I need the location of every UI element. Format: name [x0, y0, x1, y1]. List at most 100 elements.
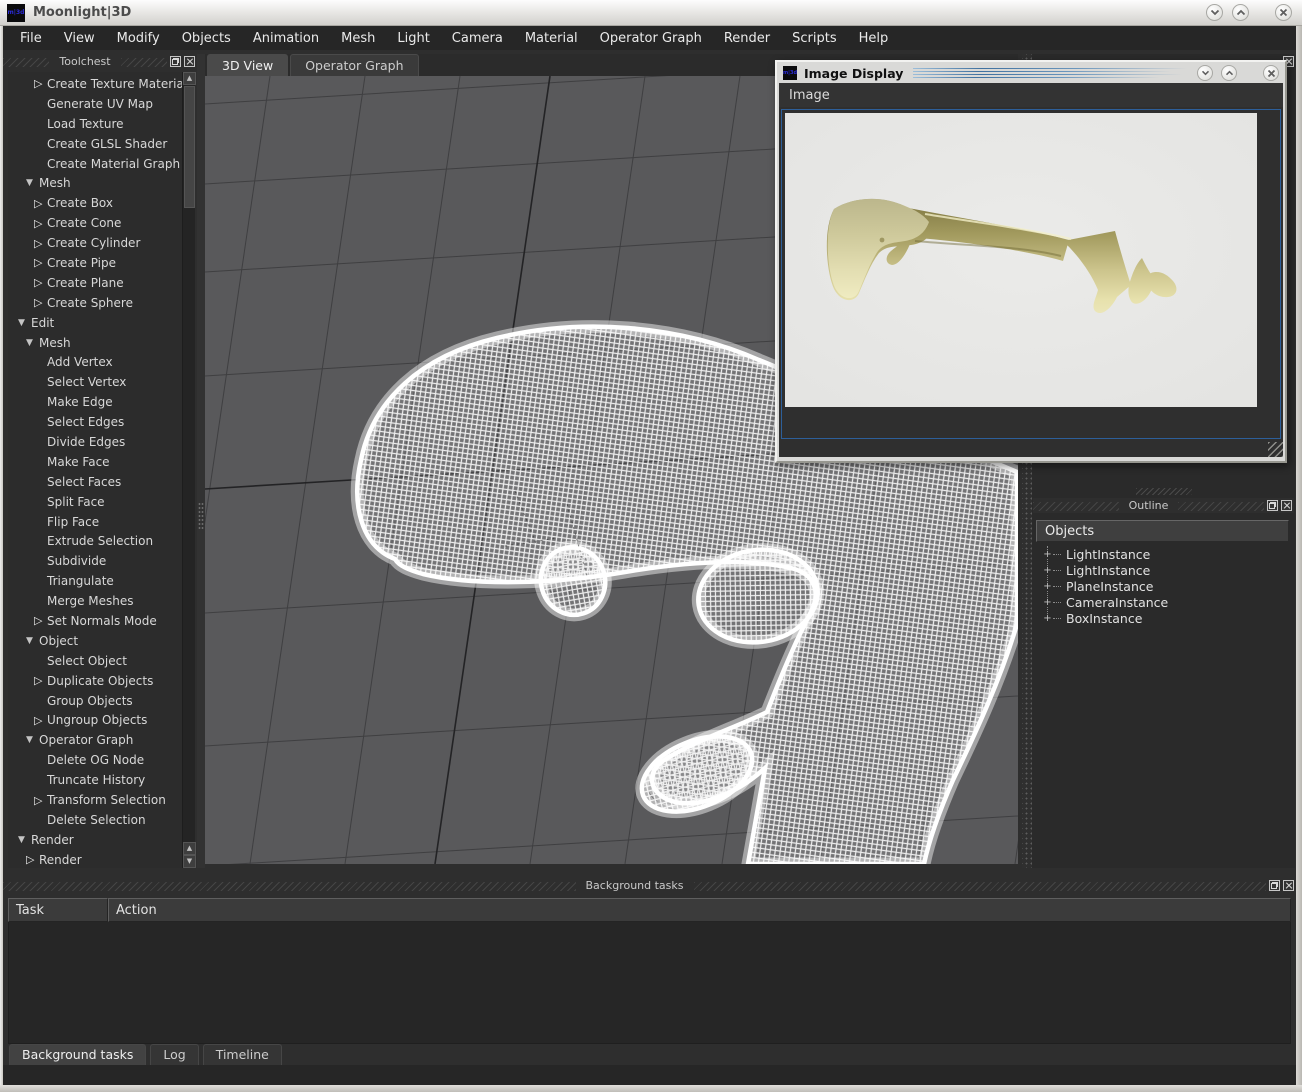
expand-plus-icon[interactable]: + — [1043, 566, 1052, 575]
image-display-titlebar[interactable]: m|3d Image Display — [779, 63, 1283, 83]
toolchest-item[interactable]: ▷Transform Selection — [8, 790, 182, 810]
expander-closed-icon[interactable]: ▷ — [34, 674, 47, 687]
expander-closed-icon[interactable]: ▷ — [34, 276, 47, 289]
outline-item[interactable]: +PlaneInstance — [1036, 578, 1289, 594]
outline-item[interactable]: +LightInstance — [1036, 546, 1289, 562]
menu-item-view[interactable]: View — [53, 26, 106, 50]
minimize-button[interactable] — [1197, 65, 1213, 81]
menu-item-operator-graph[interactable]: Operator Graph — [589, 26, 713, 50]
toolchest-item[interactable]: Select Edges — [8, 412, 182, 432]
scroll-up-icon-bottom[interactable]: ▲ — [183, 842, 196, 855]
toolchest-item[interactable]: ▷Create Plane — [8, 273, 182, 293]
toolchest-item[interactable]: ▷Create Texture Material — [8, 74, 182, 94]
toolchest-item[interactable]: Divide Edges — [8, 432, 182, 452]
menu-item-file[interactable]: File — [9, 26, 53, 50]
expander-open-icon[interactable]: ▼ — [26, 636, 39, 646]
menu-item-animation[interactable]: Animation — [242, 26, 330, 50]
expander-open-icon[interactable]: ▼ — [26, 735, 39, 745]
expand-plus-icon[interactable]: + — [1043, 582, 1052, 591]
menu-item-scripts[interactable]: Scripts — [781, 26, 847, 50]
toolchest-item[interactable]: Create GLSL Shader — [8, 134, 182, 154]
bottom-tab-timeline[interactable]: Timeline — [203, 1044, 282, 1065]
toolchest-item[interactable]: ▷Create Pipe — [8, 253, 182, 273]
expander-closed-icon[interactable]: ▷ — [34, 794, 47, 807]
float-panel-icon[interactable] — [1267, 500, 1278, 511]
expander-closed-icon[interactable]: ▷ — [26, 853, 39, 866]
bottom-splitter-handle[interactable] — [3, 868, 1296, 876]
outline-item[interactable]: +LightInstance — [1036, 562, 1289, 578]
toolchest-item[interactable]: ▷Duplicate Objects — [8, 671, 182, 691]
viewport-tab-3d-view[interactable]: 3D View — [207, 54, 288, 76]
toolchest-item[interactable]: Subdivide — [8, 551, 182, 571]
expander-closed-icon[interactable]: ▷ — [34, 217, 47, 230]
left-splitter-handle[interactable] — [197, 54, 205, 868]
expander-closed-icon[interactable]: ▷ — [34, 296, 47, 309]
toolchest-item[interactable]: Delete Selection — [8, 810, 182, 830]
expander-closed-icon[interactable]: ▷ — [34, 237, 47, 250]
menu-item-modify[interactable]: Modify — [106, 26, 171, 50]
toolchest-item[interactable]: ▷Create Sphere — [8, 293, 182, 313]
resize-grip-icon[interactable] — [1268, 442, 1283, 457]
scrollbar-thumb[interactable] — [184, 86, 195, 208]
toolchest-item[interactable]: ▼Edit — [8, 313, 182, 333]
expander-closed-icon[interactable]: ▷ — [34, 77, 47, 90]
toolchest-item[interactable]: Create Material Graph — [8, 154, 182, 174]
expand-plus-icon[interactable]: + — [1043, 614, 1052, 623]
toolchest-item[interactable]: Select Faces — [8, 472, 182, 492]
tasks-table-body[interactable] — [8, 922, 1291, 1044]
toolchest-scrollbar[interactable]: ▲ ▲ ▼ — [182, 72, 195, 868]
close-panel-icon[interactable] — [184, 56, 195, 67]
outline-objects-header[interactable]: Objects — [1036, 520, 1289, 542]
expand-plus-icon[interactable]: + — [1043, 598, 1052, 607]
toolchest-item[interactable]: ▼Mesh — [8, 173, 182, 193]
toolchest-item[interactable]: ▼Operator Graph — [8, 730, 182, 750]
expander-open-icon[interactable]: ▼ — [18, 835, 31, 845]
toolchest-item[interactable]: Extrude Selection — [8, 531, 182, 551]
maximize-button[interactable] — [1232, 4, 1249, 21]
minimize-button[interactable] — [1206, 4, 1223, 21]
toolchest-item[interactable]: ▼Mesh — [8, 333, 182, 353]
menu-item-render[interactable]: Render — [713, 26, 781, 50]
scroll-up-icon[interactable]: ▲ — [183, 72, 196, 85]
float-panel-icon[interactable] — [1269, 880, 1280, 891]
toolchest-item[interactable]: Split Face — [8, 492, 182, 512]
expander-closed-icon[interactable]: ▷ — [34, 714, 47, 727]
float-panel-icon[interactable] — [170, 56, 181, 67]
close-button[interactable] — [1263, 65, 1279, 81]
window-titlebar[interactable]: m|3d Moonlight|3D — [0, 0, 1302, 26]
close-panel-icon[interactable] — [1283, 880, 1294, 891]
toolchest-item[interactable]: Truncate History — [8, 770, 182, 790]
column-header-task[interactable]: Task — [8, 898, 108, 922]
toolchest-item[interactable]: Make Face — [8, 452, 182, 472]
menu-item-help[interactable]: Help — [848, 26, 900, 50]
toolchest-item[interactable]: Select Vertex — [8, 372, 182, 392]
toolchest-item[interactable]: Add Vertex — [8, 352, 182, 372]
toolchest-item[interactable]: ▷Create Cylinder — [8, 233, 182, 253]
expander-closed-icon[interactable]: ▷ — [34, 256, 47, 269]
background-tasks-titlebar[interactable]: Background tasks — [3, 878, 1296, 893]
column-header-action[interactable]: Action — [108, 898, 1291, 922]
toolchest-item[interactable]: Merge Meshes — [8, 591, 182, 611]
toolchest-item[interactable]: ▼Object — [8, 631, 182, 651]
expander-open-icon[interactable]: ▼ — [18, 318, 31, 328]
expand-plus-icon[interactable]: + — [1043, 550, 1052, 559]
toolchest-item[interactable]: Triangulate — [8, 571, 182, 591]
toolchest-item[interactable]: ▷Create Cone — [8, 213, 182, 233]
outline-item[interactable]: +BoxInstance — [1036, 610, 1289, 626]
toolchest-item[interactable]: Select Object — [8, 651, 182, 671]
expander-open-icon[interactable]: ▼ — [26, 338, 39, 348]
toolchest-item[interactable]: Load Texture — [8, 114, 182, 134]
toolchest-item[interactable]: ▷Render — [8, 850, 182, 868]
menu-item-light[interactable]: Light — [386, 26, 440, 50]
expander-closed-icon[interactable]: ▷ — [34, 614, 47, 627]
dock-grip[interactable] — [1136, 488, 1192, 495]
toolchest-item[interactable]: ▷Create Box — [8, 193, 182, 213]
toolchest-item[interactable]: Flip Face — [8, 512, 182, 532]
outline-item[interactable]: +CameraInstance — [1036, 594, 1289, 610]
maximize-button[interactable] — [1221, 65, 1237, 81]
menu-item-objects[interactable]: Objects — [171, 26, 242, 50]
rendered-image[interactable] — [785, 113, 1257, 407]
menu-item-mesh[interactable]: Mesh — [330, 26, 386, 50]
scroll-down-icon[interactable]: ▼ — [183, 855, 196, 868]
toolchest-item[interactable]: Group Objects — [8, 691, 182, 711]
